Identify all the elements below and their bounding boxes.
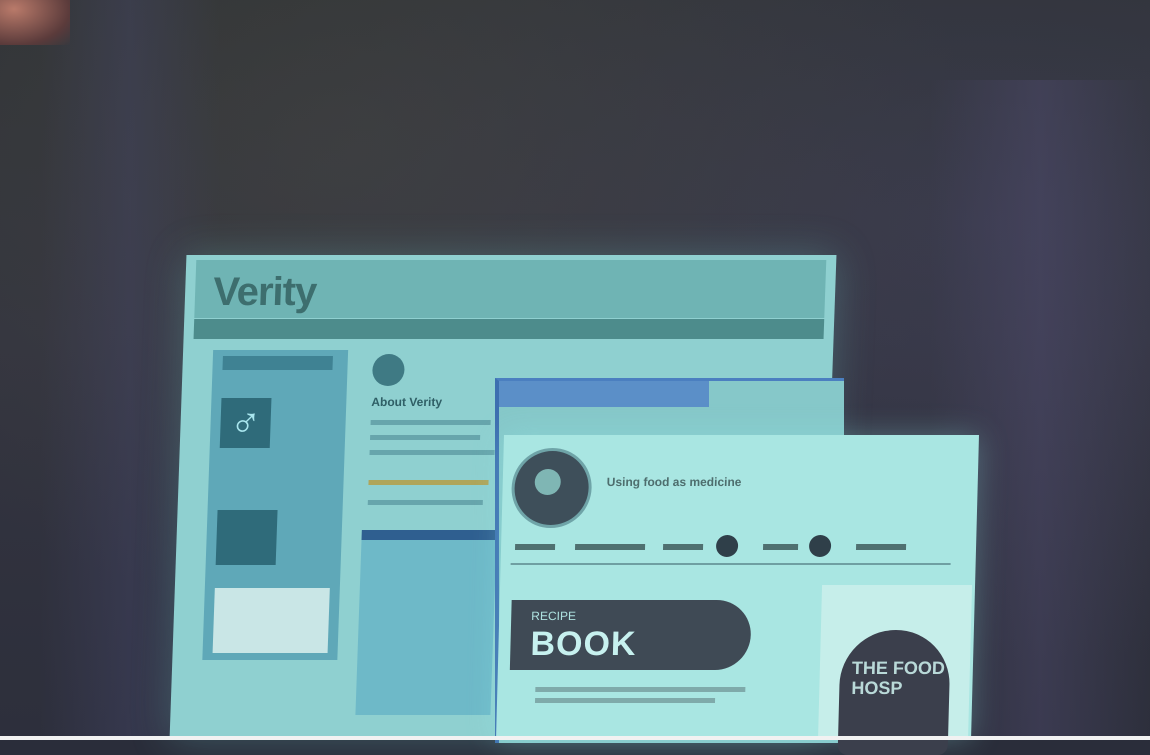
recipe-blurb bbox=[534, 687, 755, 703]
nav-item[interactable] bbox=[662, 544, 704, 550]
nav-item[interactable] bbox=[574, 544, 646, 550]
sidebar-thumbnail[interactable] bbox=[215, 510, 278, 565]
nav-badge-icon[interactable] bbox=[808, 535, 832, 557]
browser-tab-bar[interactable] bbox=[499, 381, 709, 407]
verity-sidebar: ♂ bbox=[202, 350, 349, 660]
events-list-header bbox=[361, 530, 497, 540]
nav-item[interactable] bbox=[514, 544, 556, 550]
about-heading: About Verity bbox=[371, 395, 443, 409]
nav-divider bbox=[510, 563, 951, 565]
events-list bbox=[355, 530, 497, 715]
recipe-book-banner[interactable]: RECIPE BOOK bbox=[509, 600, 752, 670]
text-line bbox=[367, 500, 483, 505]
side-panel: THE FOOD HOSP bbox=[818, 585, 973, 755]
text-line bbox=[370, 420, 491, 425]
photo-border bbox=[0, 736, 1150, 740]
link-line[interactable] bbox=[368, 480, 489, 485]
verity-nav-bar[interactable] bbox=[193, 319, 825, 339]
nav-badge-icon[interactable] bbox=[715, 535, 739, 557]
verity-logo[interactable]: Verity bbox=[212, 270, 317, 315]
nav-item[interactable] bbox=[762, 544, 799, 550]
avatar bbox=[371, 354, 406, 386]
map-thumbnail[interactable] bbox=[212, 588, 330, 653]
site-logo[interactable] bbox=[513, 451, 590, 525]
corner-highlight bbox=[0, 0, 70, 45]
male-symbol-icon[interactable]: ♂ bbox=[219, 398, 272, 448]
sidebar-title bbox=[222, 356, 333, 370]
text-line bbox=[370, 435, 481, 440]
site-title: Using food as medicine bbox=[606, 475, 742, 489]
logo-inner-icon bbox=[534, 469, 562, 495]
nav-item[interactable] bbox=[855, 544, 907, 550]
site-nav bbox=[511, 535, 962, 559]
food-browser-window: Using food as medicine RECIPE BOOK THE F… bbox=[496, 435, 979, 755]
recipe-label: RECIPE bbox=[531, 609, 577, 623]
text-line bbox=[369, 450, 495, 455]
book-label: BOOK bbox=[530, 625, 638, 663]
food-hospital-text: THE FOOD HOSP bbox=[851, 658, 946, 698]
verity-header: Verity bbox=[194, 260, 827, 318]
